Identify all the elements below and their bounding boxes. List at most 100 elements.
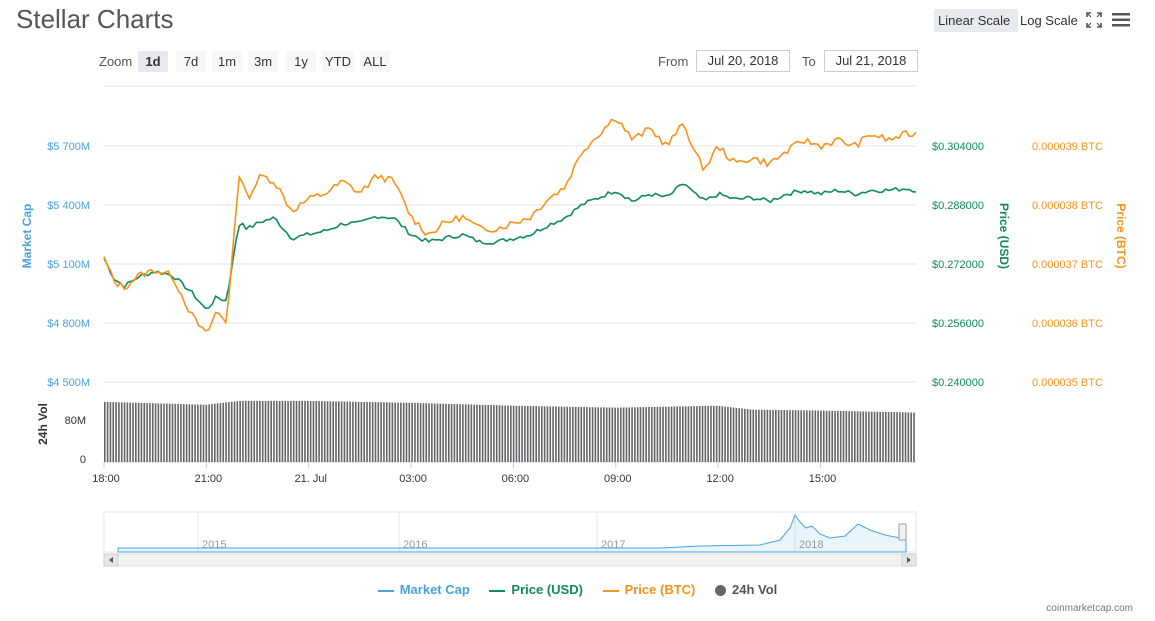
- volume-bar: [233, 401, 236, 462]
- volume-bar: [211, 404, 213, 462]
- volume-bar: [910, 412, 912, 462]
- navigator-handle[interactable]: [898, 523, 907, 541]
- volume-bar: [817, 410, 819, 462]
- volume-bar: [811, 410, 814, 462]
- volume-bar: [126, 402, 129, 462]
- volume-bar: [160, 403, 163, 462]
- volume-bar: [388, 402, 391, 462]
- volume-bar: [555, 406, 557, 462]
- volume-bar: [180, 404, 182, 462]
- volume-bar: [628, 407, 631, 462]
- volume-bar: [202, 404, 205, 462]
- volume-bar: [563, 406, 566, 462]
- volume-bar: [625, 407, 628, 462]
- price-usd-tick-label: $0.288000: [932, 200, 984, 212]
- legend-price-usd-label: Price (USD): [511, 582, 583, 597]
- volume-bar: [710, 405, 712, 462]
- volume-bar: [794, 410, 797, 462]
- volume-bar: [397, 402, 399, 462]
- volume-bar: [789, 410, 791, 462]
- volume-bar: [634, 407, 636, 462]
- volume-bar: [411, 402, 413, 462]
- volume-bar: [642, 407, 645, 462]
- volume-bar: [851, 411, 853, 462]
- volume-bar: [236, 401, 239, 462]
- volume-bar: [208, 404, 210, 462]
- volume-bar: [893, 412, 896, 462]
- volume-bar: [487, 405, 490, 462]
- legend-24h-vol-label: 24h Vol: [732, 582, 778, 597]
- volume-bar: [600, 407, 602, 462]
- price-usd-tick-label: $0.256000: [932, 318, 984, 330]
- volume-bar: [560, 406, 563, 462]
- volume-bar: [529, 406, 532, 462]
- volume-bar: [253, 400, 256, 462]
- volume-bar: [777, 410, 780, 462]
- volume-bar: [724, 406, 726, 462]
- volume-bar: [583, 407, 585, 462]
- volume-bar: [261, 400, 264, 462]
- volume-bar: [338, 401, 340, 462]
- stellar-chart[interactable]: $4 500M $4 800M $5 100M $5 400M $5 700M Marke…: [0, 0, 1155, 580]
- volume-bar: [264, 400, 267, 462]
- volume-bar: [270, 400, 272, 462]
- legend-market-cap[interactable]: Market Cap: [377, 582, 470, 597]
- price-btc-tick-label: 0.000036 BTC: [1032, 318, 1103, 330]
- volume-bar: [656, 406, 659, 462]
- volume-bar: [904, 412, 907, 462]
- price-btc-tick-label: 0.000038 BTC: [1032, 200, 1103, 212]
- credit-link[interactable]: coinmarketcap.com: [1046, 603, 1133, 614]
- legend-price-btc[interactable]: Price (BTC): [602, 582, 695, 597]
- volume-bar: [800, 410, 803, 462]
- price-btc-axis-label: Price (BTC): [1114, 203, 1128, 268]
- volume-bar: [132, 402, 134, 462]
- volume-bar: [650, 407, 653, 462]
- volume-bar: [447, 403, 450, 462]
- legend-24h-vol[interactable]: 24h Vol: [715, 582, 777, 597]
- volume-bar: [380, 402, 382, 462]
- volume-bar: [436, 403, 439, 462]
- volume-bar: [901, 412, 904, 462]
- volume-bar: [707, 405, 709, 462]
- volume-bar: [273, 400, 275, 462]
- price-btc-tick-label: 0.000037 BTC: [1032, 259, 1103, 271]
- volume-bar: [462, 404, 464, 462]
- volume-bar: [868, 411, 870, 462]
- volume-bar: [605, 407, 608, 462]
- legend-price-usd[interactable]: Price (USD): [489, 582, 583, 597]
- volume-bar: [120, 402, 123, 462]
- volume-bar: [290, 400, 292, 462]
- volume-bar: [188, 404, 191, 462]
- volume-bar: [588, 407, 591, 462]
- volume-bar: [453, 404, 456, 462]
- volume-bar: [182, 404, 185, 462]
- volume-bar: [115, 402, 117, 462]
- volume-bar: [856, 411, 859, 462]
- x-tick-label: 03:00: [399, 473, 427, 485]
- volume-bar: [879, 411, 881, 462]
- volume-bar: [772, 409, 774, 462]
- volume-bar: [346, 401, 349, 462]
- navigator-scrollbar[interactable]: [103, 553, 917, 567]
- volume-bar: [171, 403, 174, 462]
- volume-bar: [298, 400, 301, 462]
- volume-bar: [495, 405, 498, 462]
- volume-bar: [622, 407, 625, 462]
- volume-bar: [887, 412, 890, 462]
- volume-bar: [890, 412, 893, 462]
- volume-bar: [603, 407, 605, 462]
- volume-bar: [515, 405, 518, 462]
- volume-bar: [445, 403, 447, 462]
- volume-bar: [760, 409, 763, 462]
- price-usd-line[interactable]: [103, 183, 917, 310]
- volume-bar: [681, 406, 684, 462]
- volume-bar: [326, 401, 329, 462]
- volume-bar: [490, 405, 492, 462]
- volume-bar: [383, 402, 385, 462]
- volume-bar: [309, 400, 312, 462]
- volume-bar: [166, 403, 168, 462]
- volume-bar: [321, 401, 323, 462]
- volume-bar: [718, 405, 721, 462]
- price-usd-tick-label: $0.240000: [932, 377, 984, 389]
- volume-bar: [572, 406, 574, 462]
